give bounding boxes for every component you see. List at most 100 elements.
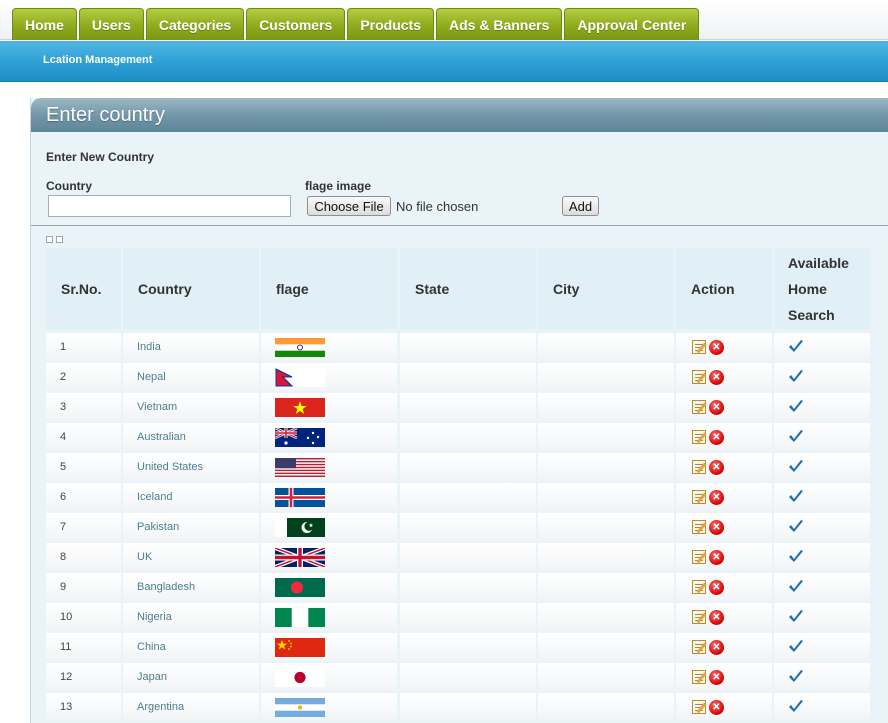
check-icon[interactable] — [788, 459, 804, 475]
check-icon[interactable] — [788, 339, 804, 355]
city-cell — [538, 573, 674, 601]
delete-icon[interactable]: ✕ — [709, 399, 724, 415]
delete-icon[interactable]: ✕ — [709, 489, 724, 505]
country-input[interactable] — [48, 195, 291, 217]
nepal-flag — [275, 367, 325, 387]
action-cell: ✕ — [676, 573, 772, 601]
japan-flag — [275, 667, 325, 687]
check-icon[interactable] — [788, 579, 804, 595]
country-link[interactable]: Australian — [123, 423, 259, 451]
action-cell: ✕ — [676, 663, 772, 691]
flag-cell — [261, 543, 397, 571]
available-cell — [774, 423, 870, 451]
pager-box-icon[interactable] — [56, 236, 63, 243]
srno-cell: 6 — [46, 483, 121, 511]
check-icon[interactable] — [788, 639, 804, 655]
flag-cell — [261, 363, 397, 391]
check-icon[interactable] — [788, 699, 804, 715]
edit-icon[interactable] — [692, 370, 706, 384]
delete-icon[interactable]: ✕ — [709, 459, 724, 475]
choose-file-button[interactable]: Choose File — [307, 196, 391, 216]
available-cell — [774, 633, 870, 661]
state-cell — [400, 363, 536, 391]
delete-icon[interactable]: ✕ — [709, 339, 724, 355]
edit-icon[interactable] — [692, 340, 706, 354]
country-link[interactable]: UK — [123, 543, 259, 571]
table-row: 1 India ✕ — [0, 333, 888, 361]
table-row: 9 Bangladesh ✕ — [0, 573, 888, 601]
srno-cell: 13 — [46, 693, 121, 721]
tab-approval-center[interactable]: Approval Center — [564, 8, 700, 40]
delete-icon[interactable]: ✕ — [709, 519, 724, 535]
delete-icon[interactable]: ✕ — [709, 669, 724, 685]
china-flag — [275, 637, 325, 657]
country-link[interactable]: Pakistan — [123, 513, 259, 541]
check-icon[interactable] — [788, 669, 804, 685]
city-cell — [538, 363, 674, 391]
state-cell — [400, 453, 536, 481]
edit-icon[interactable] — [692, 520, 706, 534]
header-state: State — [400, 248, 536, 329]
tab-home[interactable]: Home — [12, 8, 77, 40]
flag-cell — [261, 423, 397, 451]
country-link[interactable]: China — [123, 633, 259, 661]
check-icon[interactable] — [788, 609, 804, 625]
country-link[interactable]: United States — [123, 453, 259, 481]
flag-cell — [261, 573, 397, 601]
location-management-link[interactable]: Lcation Management — [43, 54, 152, 66]
check-icon[interactable] — [788, 399, 804, 415]
tab-users[interactable]: Users — [78, 8, 144, 40]
edit-icon[interactable] — [692, 460, 706, 474]
country-link[interactable]: India — [123, 333, 259, 361]
edit-icon[interactable] — [692, 490, 706, 504]
edit-icon[interactable] — [692, 430, 706, 444]
delete-icon[interactable]: ✕ — [709, 579, 724, 595]
table-row: 3 Vietnam ✕ — [0, 393, 888, 421]
action-cell: ✕ — [676, 693, 772, 721]
edit-icon[interactable] — [692, 640, 706, 654]
check-icon[interactable] — [788, 549, 804, 565]
state-cell — [400, 573, 536, 601]
panel-header: Enter country — [31, 98, 888, 132]
tab-products[interactable]: Products — [347, 8, 435, 40]
flag-cell — [261, 393, 397, 421]
country-link[interactable]: Bangladesh — [123, 573, 259, 601]
country-link[interactable]: Japan — [123, 663, 259, 691]
country-link[interactable]: Argentina — [123, 693, 259, 721]
edit-icon[interactable] — [692, 580, 706, 594]
flag-cell — [261, 453, 397, 481]
edit-icon[interactable] — [692, 550, 706, 564]
action-cell: ✕ — [676, 513, 772, 541]
tab-categories[interactable]: Categories — [145, 8, 245, 40]
add-button[interactable]: Add — [562, 196, 599, 216]
edit-icon[interactable] — [692, 700, 706, 714]
pager-box-icon[interactable] — [46, 236, 53, 243]
country-link[interactable]: Vietnam — [123, 393, 259, 421]
srno-cell: 1 — [46, 333, 121, 361]
check-icon[interactable] — [788, 429, 804, 445]
country-link[interactable]: Iceland — [123, 483, 259, 511]
delete-icon[interactable]: ✕ — [709, 699, 724, 715]
city-cell — [538, 483, 674, 511]
header-available-line2: Home — [788, 280, 827, 297]
delete-icon[interactable]: ✕ — [709, 639, 724, 655]
delete-icon[interactable]: ✕ — [709, 609, 724, 625]
check-icon[interactable] — [788, 519, 804, 535]
tab-ads-banners[interactable]: Ads & Banners — [436, 8, 563, 40]
delete-icon[interactable]: ✕ — [709, 429, 724, 445]
sub-navigation: Lcation Management — [0, 41, 888, 82]
country-link[interactable]: Nepal — [123, 363, 259, 391]
bangladesh-flag — [275, 577, 325, 597]
delete-icon[interactable]: ✕ — [709, 549, 724, 565]
edit-icon[interactable] — [692, 670, 706, 684]
check-icon[interactable] — [788, 489, 804, 505]
check-icon[interactable] — [788, 369, 804, 385]
country-link[interactable]: Nigeria — [123, 603, 259, 631]
flag-cell — [261, 633, 397, 661]
tab-customers[interactable]: Customers — [246, 8, 346, 40]
edit-icon[interactable] — [692, 400, 706, 414]
edit-icon[interactable] — [692, 610, 706, 624]
top-navigation: Home Users Categories Customers Products… — [0, 0, 888, 40]
table-row: 2 Nepal ✕ — [0, 363, 888, 391]
delete-icon[interactable]: ✕ — [709, 369, 724, 385]
